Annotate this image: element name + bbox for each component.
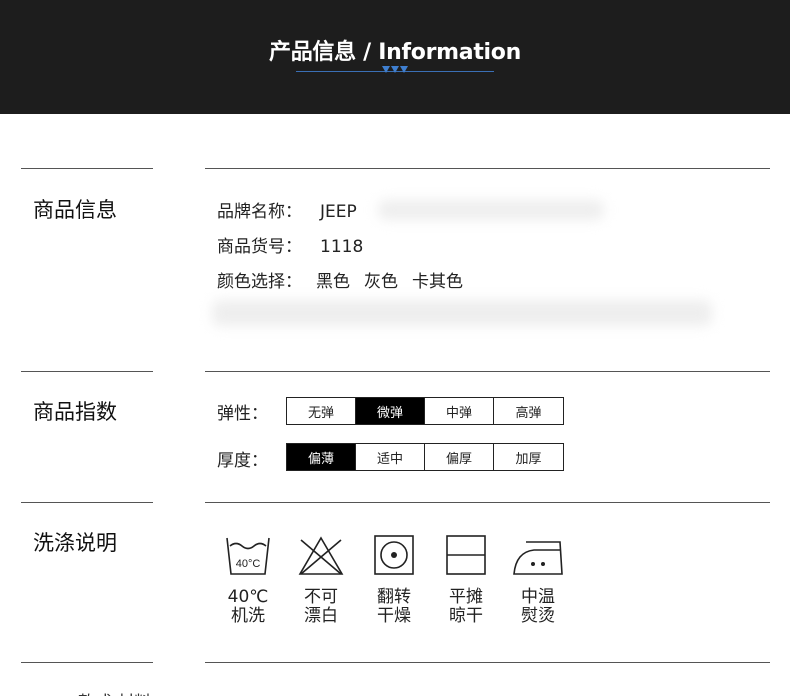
wash-tub-40c-icon: 40°C (226, 537, 270, 575)
sku-value: 1118 (320, 237, 364, 257)
brand-row: 品牌名称： JEEP (217, 197, 357, 222)
color-option: 黑色 (316, 272, 350, 292)
divider (205, 371, 770, 372)
down-arrows-icon (380, 66, 410, 73)
brand-value: JEEP (320, 202, 357, 222)
elasticity-scale: 无弹 微弹 中弹 高弹 (286, 397, 564, 425)
sku-row: 商品货号： 1118 (217, 232, 363, 257)
thickness-option: 适中 (356, 444, 425, 470)
thickness-option: 偏厚 (425, 444, 494, 470)
thickness-label: 厚度： (217, 451, 268, 471)
wash-label: 平摊 晾干 (449, 587, 483, 626)
elasticity-option: 中弹 (425, 398, 494, 424)
no-bleach-icon (298, 536, 344, 575)
brand-label: 品牌名称： (217, 202, 302, 222)
elasticity-option: 高弹 (494, 398, 563, 424)
divider (205, 502, 770, 503)
wash-item: 平摊 晾干 (440, 534, 492, 626)
next-section-partial-text: 款式 材料 (78, 688, 151, 696)
color-option: 灰色 (364, 272, 398, 292)
wash-item: 翻转 干燥 (368, 534, 420, 626)
tumble-dry-icon (374, 535, 414, 575)
divider (21, 502, 153, 503)
page-title: 产品信息 / Information (269, 40, 521, 65)
wash-item: 中温 熨烫 (512, 534, 564, 626)
divider (21, 371, 153, 372)
wash-label: 不可 漂白 (304, 587, 338, 626)
page-header: 产品信息 / Information (0, 0, 790, 114)
elasticity-option: 无弹 (287, 398, 356, 424)
divider (21, 662, 153, 663)
color-label: 颜色选择： (217, 272, 302, 292)
thickness-option-selected: 偏薄 (287, 444, 356, 470)
section-title-product-info: 商品信息 (33, 198, 117, 222)
color-option: 卡其色 (412, 272, 463, 292)
thickness-scale: 偏薄 适中 偏厚 加厚 (286, 443, 564, 471)
color-row: 颜色选择： 黑色 灰色 卡其色 (217, 267, 463, 292)
dry-flat-icon (446, 535, 486, 575)
wash-item: 不可 漂白 (295, 534, 347, 626)
elasticity-option-selected: 微弹 (356, 398, 425, 424)
section-title-washing: 洗涤说明 (33, 531, 117, 555)
wash-label: 中温 熨烫 (521, 587, 555, 626)
blurred-watermark (212, 300, 712, 326)
sku-label: 商品货号： (217, 237, 302, 257)
blurred-watermark (378, 200, 604, 220)
wash-temp-text: 40°C (236, 558, 261, 570)
section-title-product-index: 商品指数 (33, 400, 117, 424)
divider (21, 168, 153, 169)
divider (205, 662, 770, 663)
wash-label: 40℃ 机洗 (227, 587, 269, 626)
divider (205, 168, 770, 169)
elasticity-label: 弹性： (217, 404, 268, 424)
wash-item: 40°C 40℃ 机洗 (222, 534, 274, 626)
iron-medium-icon (513, 541, 563, 575)
wash-label: 翻转 干燥 (377, 587, 411, 626)
thickness-option: 加厚 (494, 444, 563, 470)
